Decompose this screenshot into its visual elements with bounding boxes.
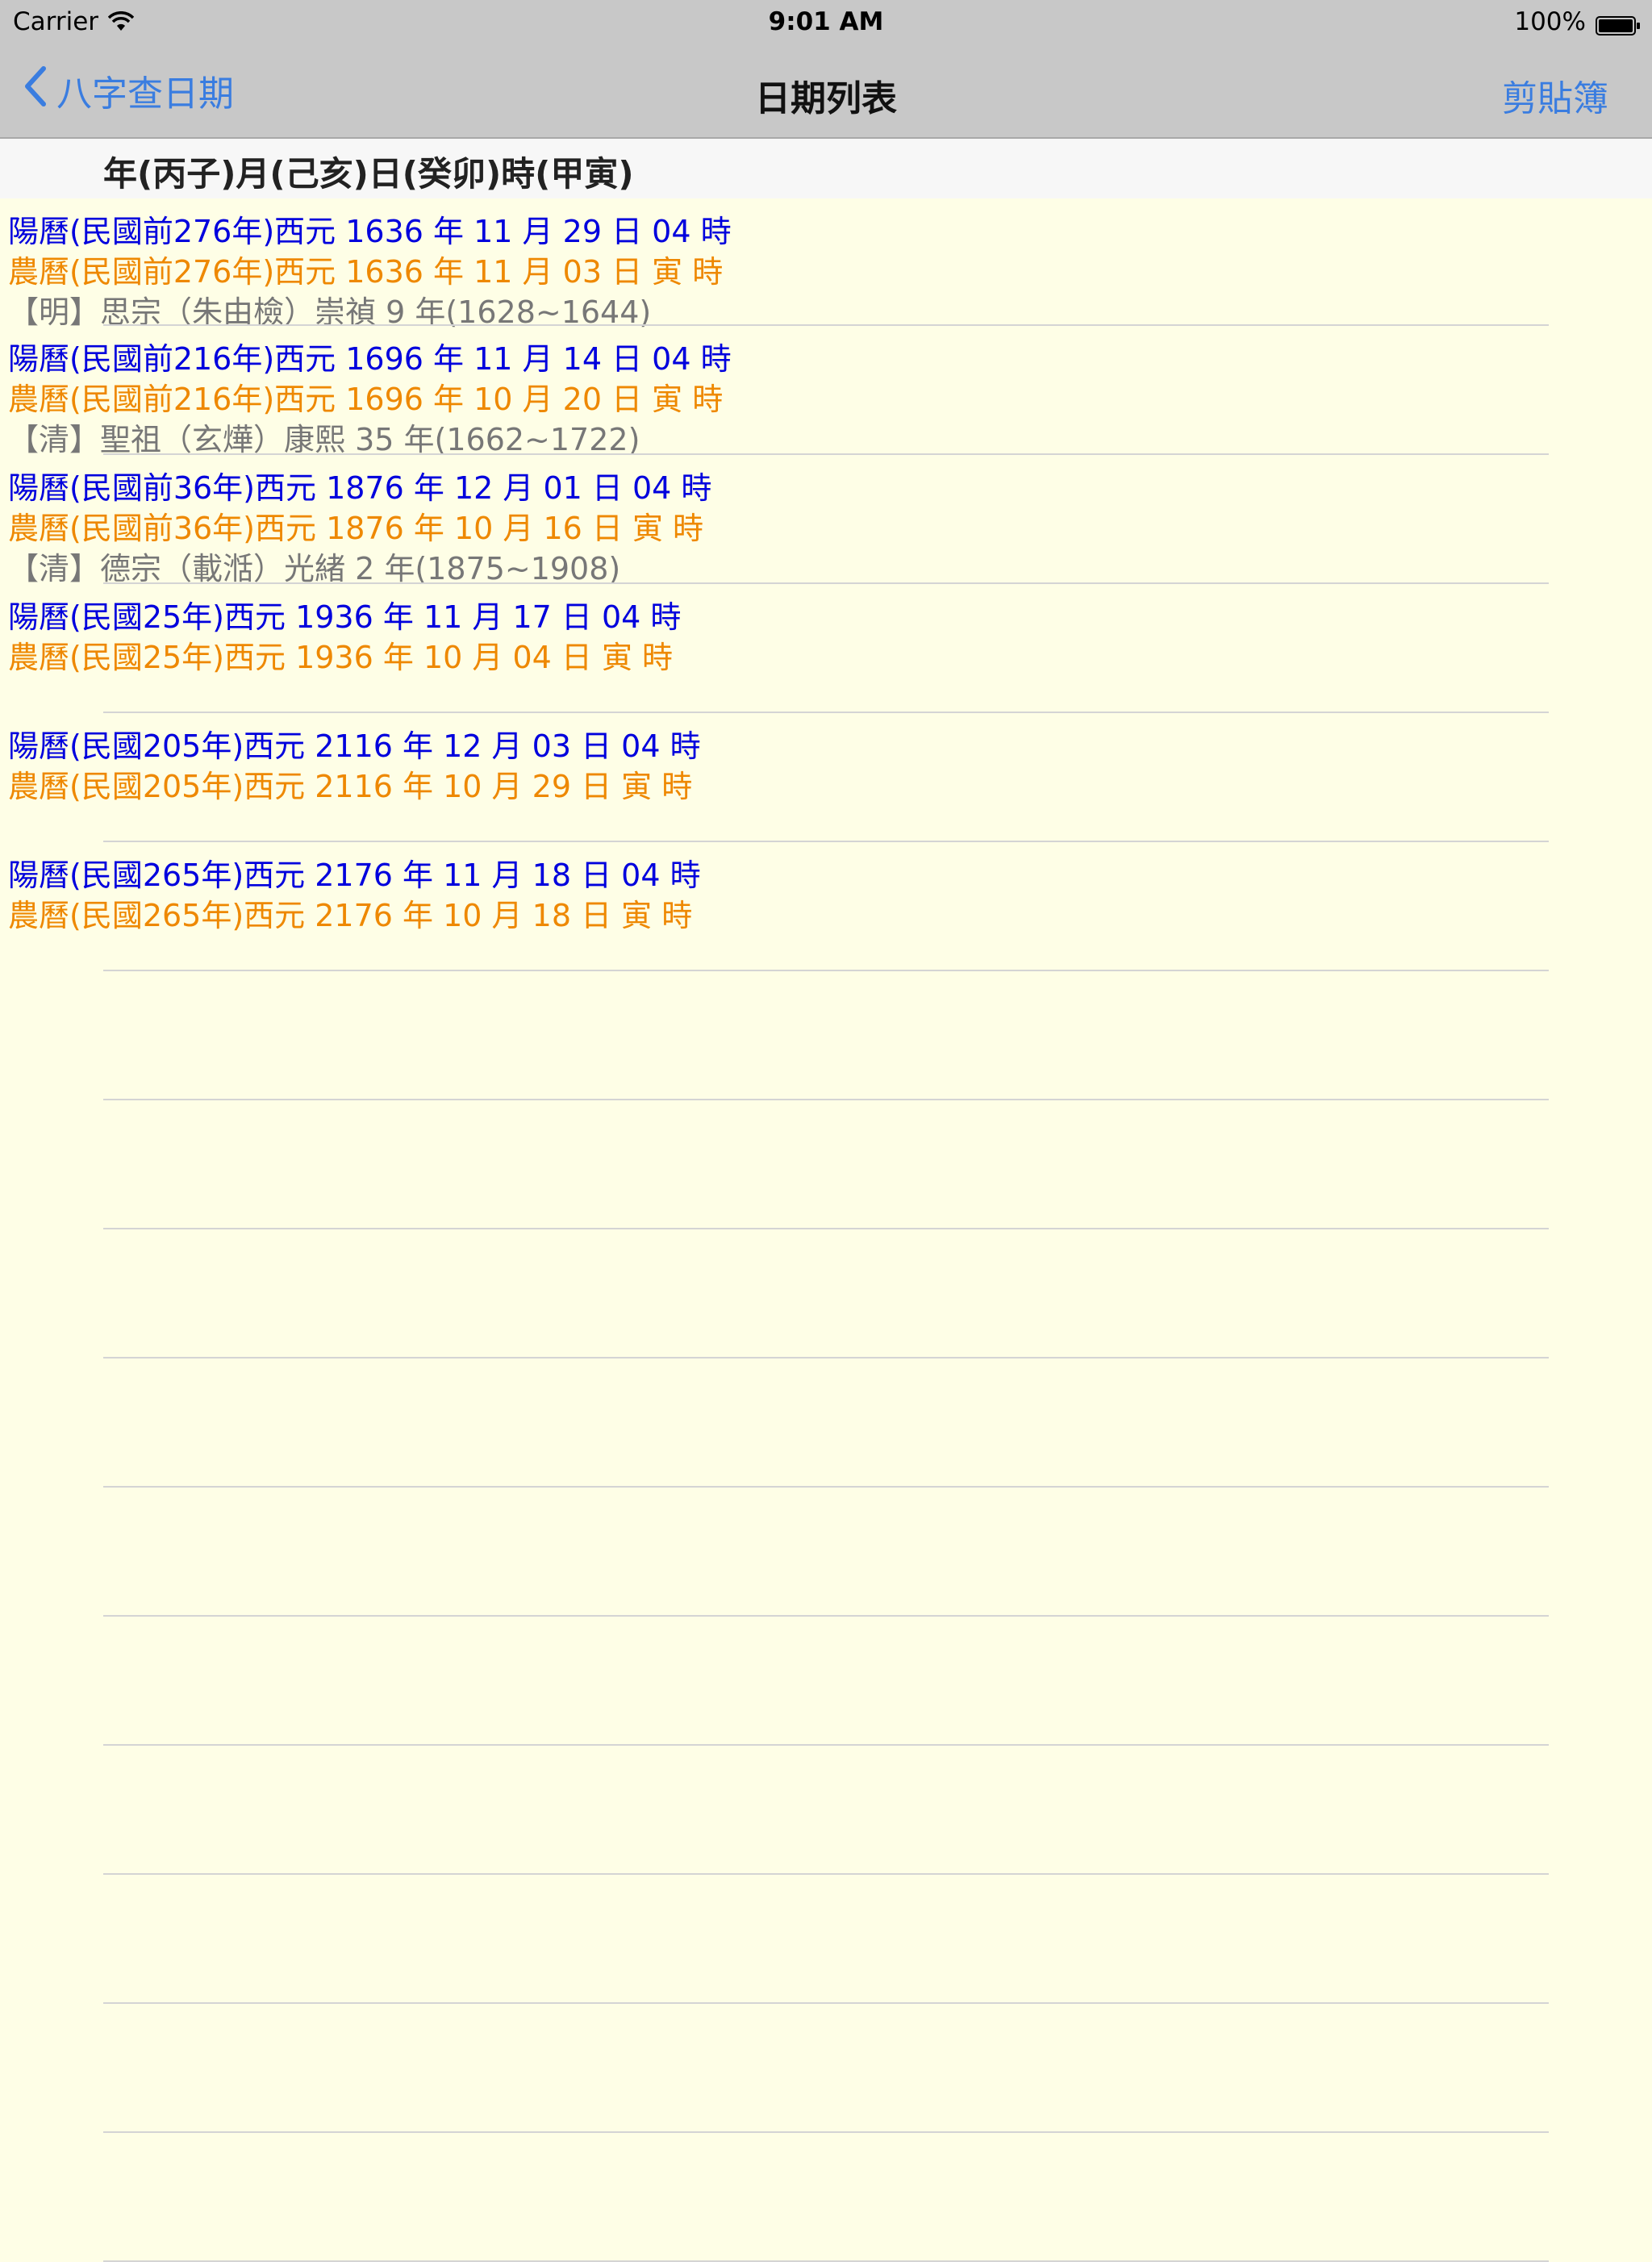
date-row[interactable]	[0, 1358, 1652, 1488]
solar-date-text: 陽曆(民國前36年)西元 1876 年 12 月 01 日 04 時	[8, 470, 712, 506]
date-row[interactable]: 陽曆(民國205年)西元 2116 年 12 月 03 日 04 時農曆(民國2…	[0, 713, 1652, 842]
battery-icon	[1596, 13, 1641, 35]
page-title: 日期列表	[755, 78, 897, 119]
date-row[interactable]	[0, 1229, 1652, 1358]
date-row[interactable]	[0, 2133, 1652, 2262]
lunar-date-text: 農曆(民國265年)西元 2176 年 10 月 18 日 寅 時	[8, 898, 693, 933]
lunar-date-text: 農曆(民國205年)西元 2116 年 10 月 29 日 寅 時	[8, 769, 693, 804]
lunar-date-text: 農曆(民國前216年)西元 1696 年 10 月 20 日 寅 時	[8, 382, 724, 417]
solar-date-text: 陽曆(民國25年)西元 1936 年 11 月 17 日 04 時	[8, 599, 682, 635]
date-row[interactable]: 陽曆(民國前276年)西元 1636 年 11 月 29 日 04 時農曆(民國…	[0, 198, 1652, 330]
ganzhi-header: 年(丙子)月(己亥)日(癸卯)時(甲寅)	[0, 139, 1652, 198]
solar-date-text: 陽曆(民國205年)西元 2116 年 12 月 03 日 04 時	[8, 728, 701, 764]
date-row[interactable]	[0, 1488, 1652, 1617]
date-list: 陽曆(民國前276年)西元 1636 年 11 月 29 日 04 時農曆(民國…	[0, 198, 1652, 2262]
date-row[interactable]: 陽曆(民國265年)西元 2176 年 11 月 18 日 04 時農曆(民國2…	[0, 842, 1652, 971]
navigation-bar: 八字查日期 日期列表 剪貼簿	[0, 45, 1652, 139]
date-row[interactable]	[0, 1875, 1652, 2004]
date-row[interactable]	[0, 1100, 1652, 1229]
ganzhi-header-text: 年(丙子)月(己亥)日(癸卯)時(甲寅)	[103, 154, 634, 194]
date-row[interactable]: 陽曆(民國25年)西元 1936 年 11 月 17 日 04 時農曆(民國25…	[0, 584, 1652, 713]
era-text: 【清】德宗（載湉）光緒 2 年(1875~1908)	[8, 551, 621, 586]
date-row[interactable]	[0, 1617, 1652, 1746]
battery-percent: 100%	[1514, 7, 1586, 36]
clipboard-button[interactable]: 剪貼簿	[1502, 69, 1608, 121]
solar-date-text: 陽曆(民國265年)西元 2176 年 11 月 18 日 04 時	[8, 858, 701, 893]
solar-date-text: 陽曆(民國前276年)西元 1636 年 11 月 29 日 04 時	[8, 214, 732, 249]
date-row[interactable]	[0, 2004, 1652, 2133]
status-bar: Carrier 9:01 AM 100%	[0, 0, 1652, 45]
date-row[interactable]: 陽曆(民國前36年)西元 1876 年 12 月 01 日 04 時農曆(民國前…	[0, 455, 1652, 586]
date-row[interactable]: 陽曆(民國前216年)西元 1696 年 11 月 14 日 04 時農曆(民國…	[0, 326, 1652, 457]
status-time: 9:01 AM	[768, 7, 884, 36]
date-row[interactable]	[0, 971, 1652, 1100]
era-text: 【清】聖祖（玄燁）康熙 35 年(1662~1722)	[8, 422, 640, 457]
lunar-date-text: 農曆(民國前36年)西元 1876 年 10 月 16 日 寅 時	[8, 511, 704, 546]
date-row[interactable]	[0, 1746, 1652, 1875]
solar-date-text: 陽曆(民國前216年)西元 1696 年 11 月 14 日 04 時	[8, 341, 732, 377]
lunar-date-text: 農曆(民國前276年)西元 1636 年 11 月 03 日 寅 時	[8, 254, 724, 290]
lunar-date-text: 農曆(民國25年)西元 1936 年 10 月 04 日 寅 時	[8, 640, 674, 675]
